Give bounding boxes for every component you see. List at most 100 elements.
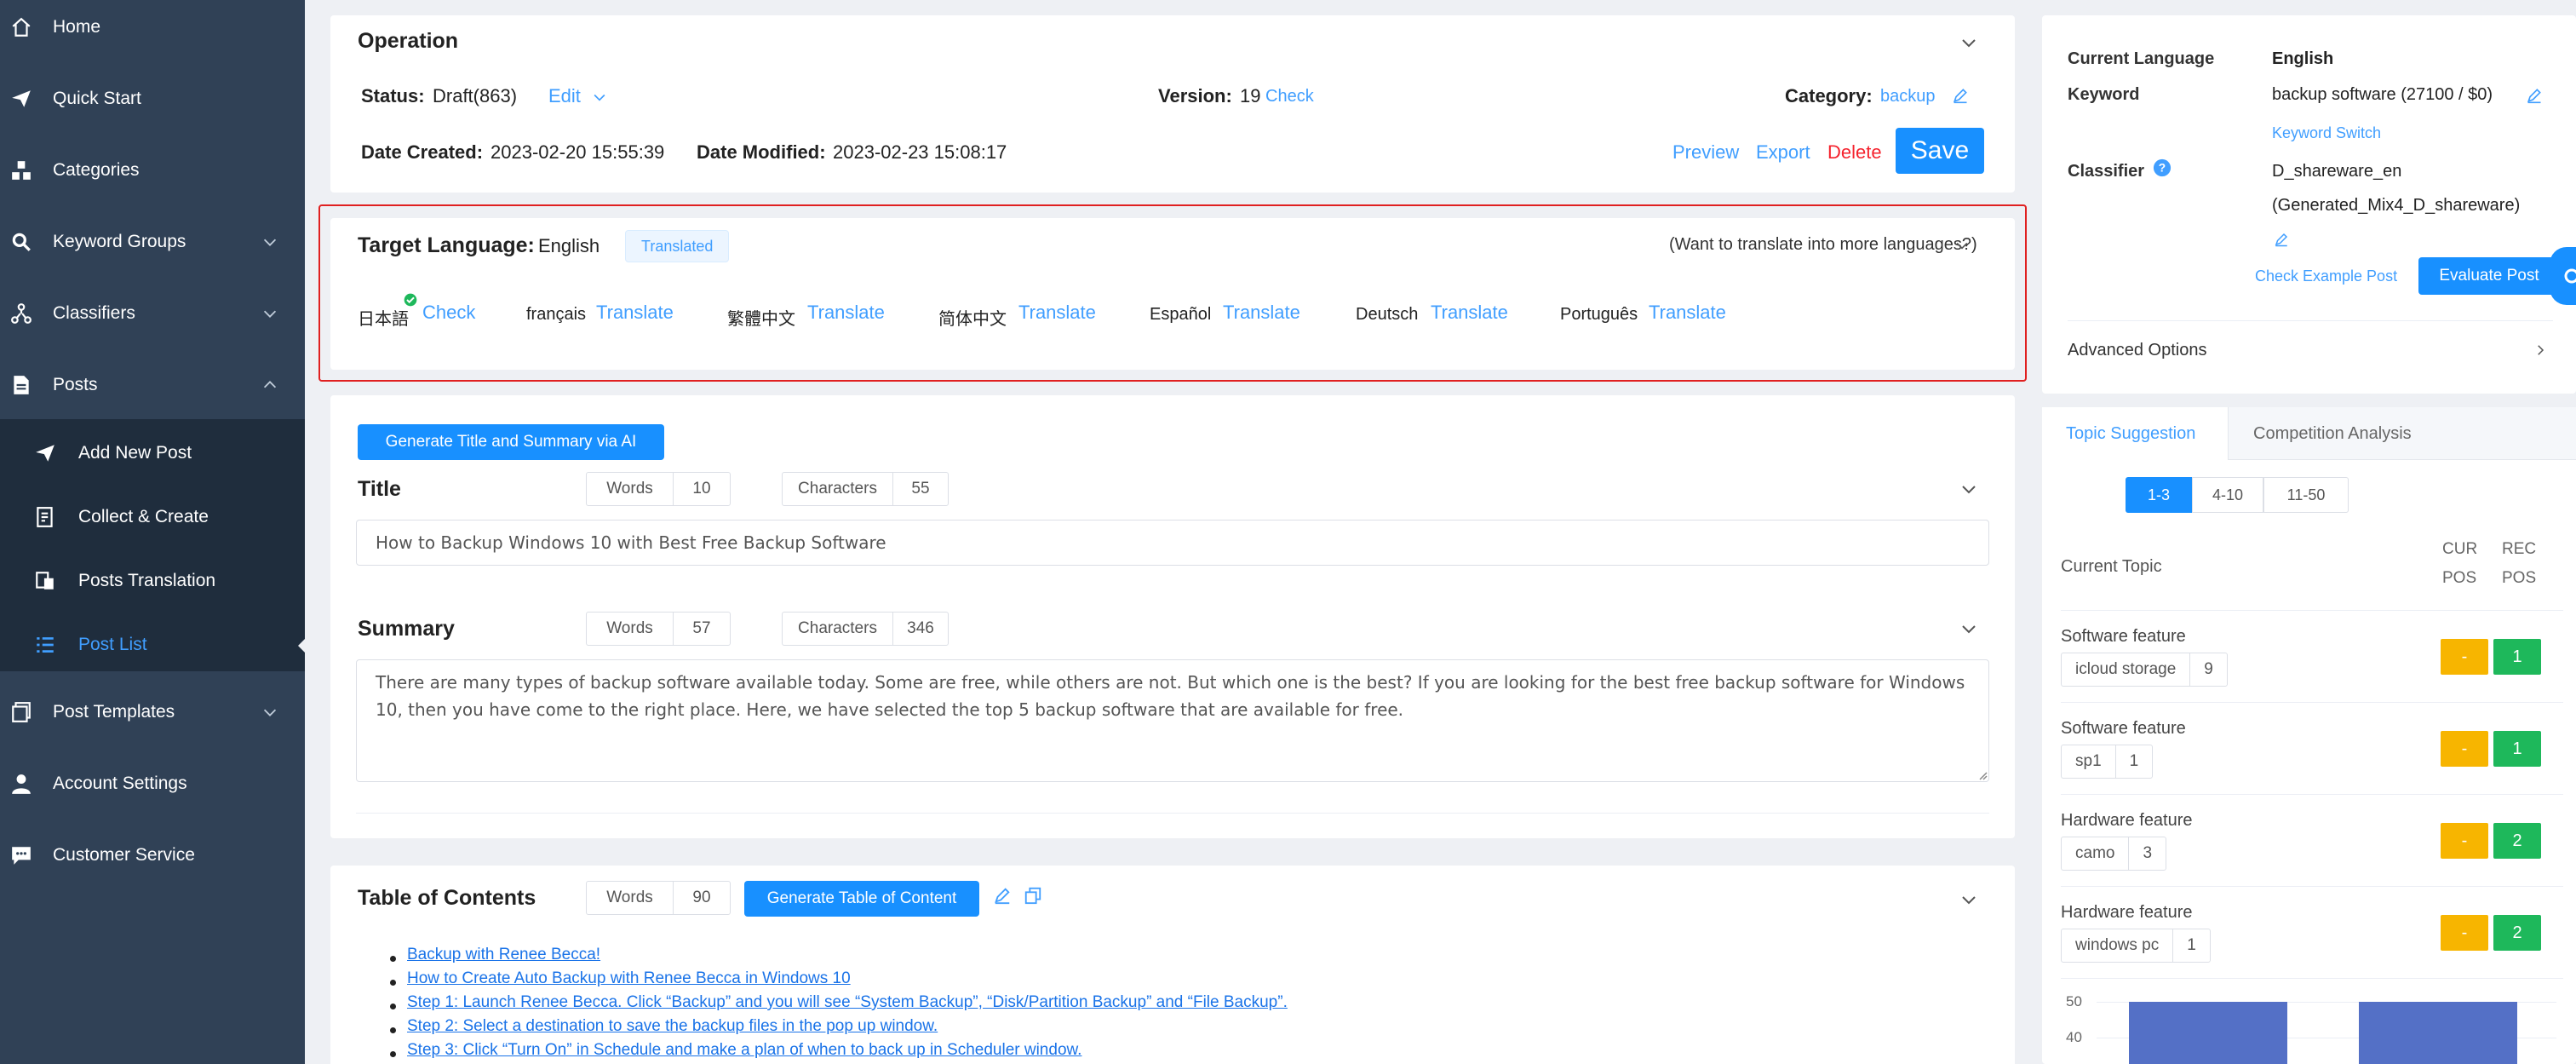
classifier-icon	[11, 303, 32, 324]
language-action-fr[interactable]: Translate	[596, 302, 674, 324]
range-tab-4-10[interactable]: 4-10	[2192, 477, 2263, 513]
more-languages-link[interactable]: (Want to translate into more languages?)	[1669, 235, 1977, 255]
sidebar-item-label: Posts	[53, 375, 98, 394]
tab-topic-suggestion-label[interactable]: Topic Suggestion	[2066, 424, 2195, 444]
topic-count: 1	[2129, 752, 2139, 770]
generate-toc-button[interactable]: Generate Table of Content	[744, 881, 979, 917]
toc-item[interactable]: Step 3: Click “Turn On” in Schedule and …	[407, 1041, 1081, 1060]
version-check-link[interactable]: Check	[1265, 87, 1314, 106]
edit-icon[interactable]	[2274, 232, 2289, 247]
sidebar-item-posts-translation[interactable]: Posts Translation	[0, 555, 305, 607]
chart-bar	[2359, 1002, 2517, 1064]
sidebar-item-account-settings[interactable]: Account Settings	[0, 758, 305, 809]
rec-pos-badge: 1	[2493, 639, 2541, 675]
sidebar-item-customer-service[interactable]: Customer Service	[0, 830, 305, 881]
language-action-es[interactable]: Translate	[1223, 302, 1300, 324]
cur-pos-badge: -	[2441, 731, 2488, 767]
edit-icon[interactable]	[993, 886, 1012, 905]
sidebar-item-posts[interactable]: Posts	[0, 359, 305, 411]
sidebar-item-classifiers[interactable]: Classifiers	[0, 288, 305, 339]
home-icon	[12, 17, 31, 37]
sidebar-item-home[interactable]: Home	[0, 2, 305, 53]
toc-item[interactable]: Step 2: Select a destination to save the…	[407, 1017, 938, 1036]
language-action-zh-tw[interactable]: Translate	[807, 302, 885, 324]
language-name-pt: Português	[1560, 305, 1638, 324]
list-bullet	[390, 1027, 396, 1033]
topic-keyword-pill[interactable]: camo 3	[2061, 837, 2167, 871]
generate-ai-button[interactable]: Generate Title and Summary via AI	[358, 424, 664, 460]
evaluate-post-button[interactable]: Evaluate Post	[2418, 257, 2560, 295]
sidebar-item-label: Keyword Groups	[53, 232, 186, 251]
category-link[interactable]: backup	[1880, 87, 1936, 106]
delete-link[interactable]: Delete	[1827, 141, 1882, 164]
chevron-down-icon[interactable]	[1959, 618, 1979, 639]
language-action-pt[interactable]: Translate	[1649, 302, 1726, 324]
keyword-switch-link[interactable]: Keyword Switch	[2272, 124, 2381, 142]
search-icon	[12, 233, 31, 251]
save-button[interactable]: Save	[1896, 128, 1984, 174]
check-circle-icon	[404, 293, 417, 307]
user-icon	[12, 774, 31, 794]
template-icon	[12, 702, 31, 722]
send-icon	[36, 445, 55, 462]
sidebar-item-collect-create[interactable]: Collect & Create	[0, 492, 305, 543]
sidebar-item-post-templates[interactable]: Post Templates	[0, 687, 305, 738]
toc-item[interactable]: How to Create Auto Backup with Renee Bec…	[407, 969, 851, 988]
edit-icon[interactable]	[1952, 87, 1969, 104]
language-action-ja[interactable]: Check	[422, 302, 475, 324]
language-action-de[interactable]: Translate	[1431, 302, 1508, 324]
sidebar-item-label: Add New Post	[78, 443, 192, 463]
chevron-down-icon[interactable]	[591, 89, 608, 106]
edit-icon[interactable]	[2526, 87, 2543, 104]
language-name-zh-cn: 简体中文	[938, 310, 1007, 329]
check-example-post-link[interactable]: Check Example Post	[2255, 267, 2397, 285]
range-tab-1-3[interactable]: 1-3	[2126, 477, 2192, 513]
chevron-down-icon[interactable]	[1959, 479, 1979, 499]
resize-handle-icon[interactable]	[1977, 770, 1988, 780]
summary-textarea[interactable]: There are many types of backup software …	[356, 659, 1989, 782]
preview-link[interactable]: Preview	[1672, 141, 1739, 164]
sidebar-item-label: Account Settings	[53, 774, 187, 793]
characters-label: Characters	[783, 473, 893, 505]
chevron-down-icon[interactable]	[1954, 237, 1971, 254]
chevron-down-icon[interactable]	[1959, 889, 1979, 910]
export-link[interactable]: Export	[1756, 141, 1810, 164]
sidebar-item-quick-start[interactable]: Quick Start	[0, 73, 305, 124]
topic-keyword-pill[interactable]: windows pc 1	[2061, 929, 2211, 963]
topic-count: 9	[2204, 660, 2213, 678]
svg-text:?: ?	[2159, 162, 2166, 175]
sidebar-item-keyword-groups[interactable]: Keyword Groups	[0, 216, 305, 267]
topic-count: 3	[2143, 844, 2153, 862]
classifier-value-detail: (Generated_Mix4_D_shareware)	[2272, 196, 2521, 215]
chart-y-tick: 50	[2066, 993, 2082, 1009]
characters-value: 346	[907, 619, 934, 637]
topic-keyword: windows pc	[2062, 929, 2174, 962]
topic-feature: Software feature	[2061, 719, 2186, 738]
sidebar-item-label: Collect & Create	[78, 507, 209, 526]
words-value: 57	[692, 619, 711, 637]
title-input[interactable]: How to Backup Windows 10 with Best Free …	[356, 520, 1989, 566]
help-icon[interactable]: ?	[2153, 158, 2172, 177]
chevron-right-icon[interactable]	[2533, 342, 2548, 358]
language-name-zh-tw: 繁體中文	[727, 310, 795, 329]
toc-item[interactable]: Backup with Renee Becca!	[407, 946, 600, 964]
copy-icon[interactable]	[1024, 886, 1042, 905]
chevron-down-icon[interactable]	[1959, 32, 1979, 53]
sidebar-item-add-new-post[interactable]: Add New Post	[0, 428, 305, 479]
current-language-label: Current Language	[2068, 49, 2215, 68]
toc-card: Table of Contents Words 90 Generate Tabl…	[330, 866, 2015, 1064]
advanced-options-toggle[interactable]: Advanced Options	[2068, 341, 2206, 360]
list-bullet	[390, 956, 396, 962]
sidebar-item-post-list[interactable]: Post List	[0, 619, 305, 670]
topic-keyword-pill[interactable]: sp1 1	[2061, 745, 2154, 779]
divider	[2061, 702, 2563, 703]
toc-item[interactable]: Step 1: Launch Renee Becca. Click “Backu…	[407, 993, 1288, 1012]
topic-count: 1	[2187, 936, 2196, 954]
topic-keyword-pill[interactable]: icloud storage 9	[2061, 653, 2228, 687]
range-tab-11-50[interactable]: 11-50	[2263, 477, 2349, 513]
operation-card: Operation Status: Draft(863) Edit Versio…	[330, 15, 2015, 193]
language-action-zh-cn[interactable]: Translate	[1018, 302, 1096, 324]
sidebar-item-categories[interactable]: Categories	[0, 145, 305, 196]
tab-competition-analysis-label[interactable]: Competition Analysis	[2253, 424, 2412, 444]
edit-link[interactable]: Edit	[548, 85, 581, 107]
